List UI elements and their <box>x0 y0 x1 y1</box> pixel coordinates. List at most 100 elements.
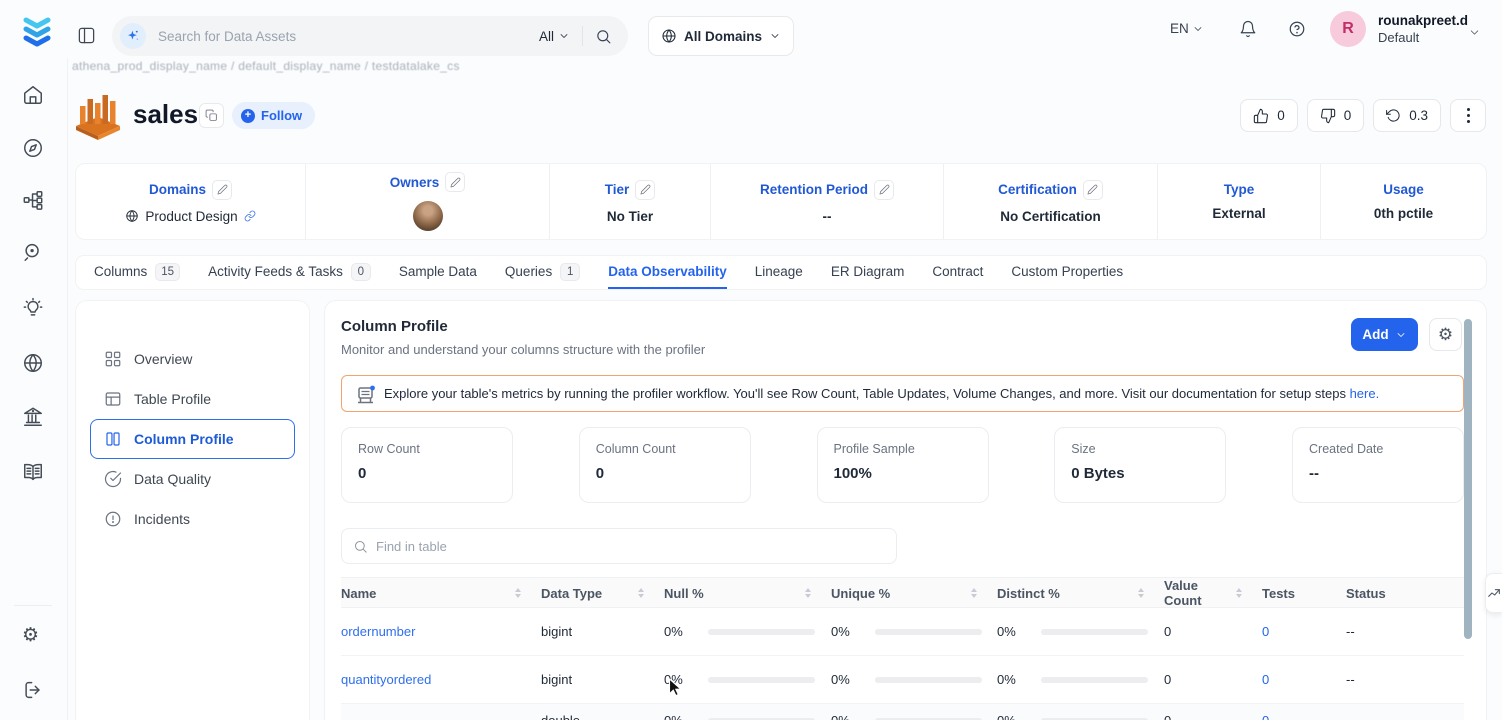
edit-pencil-icon[interactable] <box>212 179 232 200</box>
entity-metadata-band: Domains Product Design Owners Tier No Ti… <box>75 163 1487 240</box>
scrollbar-thumb[interactable] <box>1464 319 1472 639</box>
header-data-type[interactable]: Data Type <box>541 586 664 601</box>
user-avatar[interactable]: R <box>1330 11 1366 47</box>
edit-pencil-icon[interactable] <box>445 172 466 192</box>
header-distinct-pct[interactable]: Distinct % <box>997 586 1164 601</box>
notifications-bell-icon[interactable] <box>1239 20 1257 38</box>
tab-columns[interactable]: Columns 15 <box>94 256 181 289</box>
sort-icon[interactable] <box>1236 588 1242 598</box>
sidebar-item-data-quality[interactable]: Data Quality <box>90 459 295 499</box>
home-icon[interactable] <box>22 84 44 106</box>
sort-icon[interactable] <box>805 588 811 598</box>
user-menu-chevron-icon[interactable] <box>1468 26 1481 39</box>
sidebar-item-incidents[interactable]: Incidents <box>90 499 295 539</box>
meta-tier: Tier No Tier <box>550 164 711 239</box>
profiler-sidebar: Overview Table Profile Column Profile Da… <box>75 300 310 720</box>
observability-search-icon[interactable] <box>22 241 44 263</box>
tab-data-observability[interactable]: Data Observability <box>608 256 727 289</box>
tests-link[interactable]: 0 <box>1262 713 1346 720</box>
find-in-table-input[interactable] <box>376 538 885 554</box>
logout-icon[interactable] <box>22 679 44 701</box>
table-row: quantityordered bigint 0% 0% 0% 0 0 -- <box>341 656 1464 704</box>
downvote-button[interactable]: 0 <box>1306 99 1365 132</box>
domains-globe-icon[interactable] <box>22 352 44 374</box>
settings-gear-icon[interactable]: ⚙ <box>22 624 39 646</box>
more-actions-kebab-icon[interactable] <box>1450 99 1486 132</box>
glossary-book-icon[interactable] <box>22 461 44 483</box>
column-name-link[interactable]: quantityordered <box>341 672 541 687</box>
all-domains-filter[interactable]: All Domains <box>648 16 795 56</box>
follow-button[interactable]: + Follow <box>232 102 316 129</box>
app-logo-icon[interactable] <box>19 15 55 51</box>
explore-compass-icon[interactable] <box>22 137 44 159</box>
sidebar-item-table-profile[interactable]: Table Profile <box>90 379 295 419</box>
search-input[interactable] <box>158 28 539 44</box>
tab-label: Columns <box>94 264 148 279</box>
governance-bank-icon[interactable] <box>22 406 44 428</box>
sort-icon[interactable] <box>1138 588 1144 598</box>
insights-bulb-icon[interactable] <box>22 297 44 319</box>
banner-text: Explore your table's metrics by running … <box>384 386 1380 401</box>
link-icon[interactable] <box>244 210 256 222</box>
header-value-count[interactable]: Value Count <box>1164 578 1262 608</box>
edit-pencil-icon[interactable] <box>1082 179 1103 200</box>
usage-value: 0th pctile <box>1373 206 1434 221</box>
tab-contract[interactable]: Contract <box>932 256 983 289</box>
progress-track <box>708 628 815 635</box>
breadcrumb[interactable]: athena_prod_display_name / default_displ… <box>72 59 460 73</box>
lineage-flow-icon[interactable] <box>22 189 44 211</box>
column-name-link[interactable]: ordernumber <box>341 624 541 639</box>
meta-certification: Certification No Certification <box>944 164 1158 239</box>
sidebar-item-label: Table Profile <box>134 391 212 407</box>
tab-activity-feeds[interactable]: Activity Feeds & Tasks 0 <box>208 256 371 289</box>
header-name[interactable]: Name <box>341 586 541 601</box>
header-null-pct[interactable]: Null % <box>664 586 831 601</box>
language-select[interactable]: EN <box>1170 21 1204 36</box>
sort-icon[interactable] <box>971 588 977 598</box>
tests-link[interactable]: 0 <box>1262 672 1346 687</box>
edit-pencil-icon[interactable] <box>635 179 656 200</box>
upvote-button[interactable]: 0 <box>1240 99 1298 132</box>
version-button[interactable]: 0.3 <box>1373 99 1441 132</box>
user-menu[interactable]: rounakpreet.d Default <box>1378 12 1468 46</box>
tab-custom-properties[interactable]: Custom Properties <box>1011 256 1123 289</box>
tab-lineage[interactable]: Lineage <box>755 256 803 289</box>
banner-docs-link[interactable]: here. <box>1350 386 1380 401</box>
tests-link[interactable]: 0 <box>1262 624 1346 639</box>
search-icon[interactable] <box>595 28 612 45</box>
columns-icon <box>104 430 122 448</box>
header-unique-pct[interactable]: Unique % <box>831 586 997 601</box>
value-count-cell: 0 <box>1164 672 1172 687</box>
status-cell: -- <box>1346 624 1355 639</box>
edit-pencil-icon[interactable] <box>874 179 894 200</box>
sidebar-item-label: Incidents <box>134 511 191 527</box>
tab-queries[interactable]: Queries 1 <box>505 256 581 289</box>
stat-label: Column Count <box>595 442 676 456</box>
sort-icon[interactable] <box>515 588 521 598</box>
user-initial: R <box>1342 20 1354 37</box>
sidebar-item-overview[interactable]: Overview <box>90 339 295 379</box>
unique-pct-cell: 0% <box>831 624 997 639</box>
tab-sample-data[interactable]: Sample Data <box>399 256 477 289</box>
add-label: Add <box>1362 327 1389 342</box>
search-scope-select[interactable]: All <box>539 29 582 44</box>
thumbs-down-icon <box>1320 108 1335 123</box>
sort-icon[interactable] <box>638 588 644 598</box>
profiler-settings-gear-icon[interactable]: ⚙ <box>1429 318 1462 351</box>
help-icon[interactable] <box>1288 20 1306 38</box>
language-label: EN <box>1170 21 1189 36</box>
null-pct-cell: 0% <box>664 672 831 687</box>
owner-avatar[interactable] <box>412 201 443 231</box>
add-button[interactable]: Add <box>1351 318 1418 351</box>
chevron-down-icon <box>560 34 568 38</box>
domain-value[interactable]: Product Design <box>145 209 237 224</box>
tab-er-diagram[interactable]: ER Diagram <box>831 256 905 289</box>
top-bar: All All Domains EN R rounakpreet.d Defa <box>0 0 1502 58</box>
profiler-robot-icon <box>354 383 378 407</box>
sidebar-toggle-icon[interactable] <box>77 26 96 45</box>
copy-icon[interactable] <box>199 103 224 128</box>
sidebar-item-column-profile[interactable]: Column Profile <box>90 419 295 459</box>
tab-count-badge: 0 <box>350 262 371 281</box>
collapsed-panel-handle[interactable] <box>1485 573 1502 613</box>
ai-sparkle-icon[interactable] <box>120 23 146 49</box>
